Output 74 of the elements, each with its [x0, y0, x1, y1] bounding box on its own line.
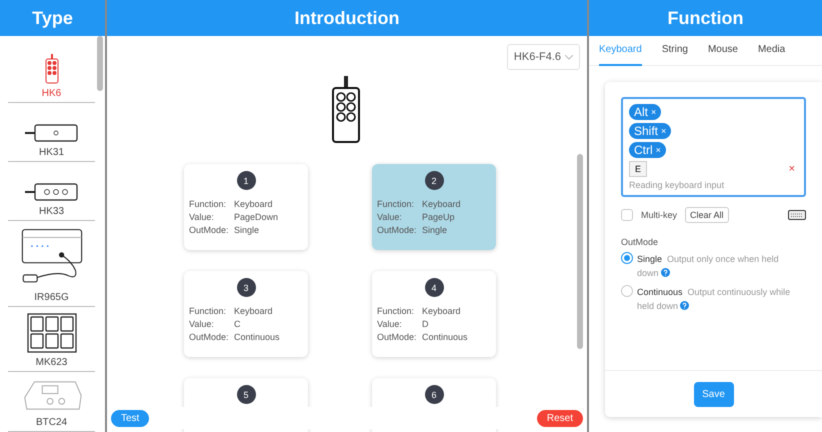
- remote-icon: [331, 76, 361, 144]
- field-value: Keyboard: [234, 306, 273, 316]
- field-label: OutMode:: [189, 332, 230, 342]
- button-number: 4: [424, 278, 444, 297]
- field-label: OutMode:: [377, 225, 418, 235]
- field-value: PageUp: [422, 212, 455, 222]
- panel-title: Type: [0, 0, 105, 36]
- field-value: Single: [422, 225, 448, 235]
- field-label: Value:: [377, 319, 403, 329]
- field-label: OutMode:: [377, 332, 418, 342]
- model-dropdown[interactable]: HK6-F4.6: [506, 44, 580, 70]
- keypad-drawing: [26, 312, 76, 353]
- option-text: Continuous Output continuously while held down: [637, 286, 792, 313]
- device-item[interactable]: HK6: [8, 36, 95, 103]
- modifier-tag[interactable]: Alt ×: [629, 104, 662, 120]
- device-icon: [24, 182, 78, 202]
- modifier-tag[interactable]: Shift ×: [629, 123, 672, 139]
- button-card[interactable]: 1 Function: Keyboard Value: PageDown OutMode: Single: [184, 164, 308, 250]
- field-label: OutMode:: [189, 225, 230, 235]
- remote-icon: [44, 54, 58, 84]
- field-value: D: [422, 319, 428, 329]
- field-value: Continuous: [234, 332, 280, 342]
- button-card[interactable]: 3 Function: Keyboard Value: C OutMode: Continuous: [184, 271, 308, 357]
- panel-title: Function: [589, 0, 822, 36]
- field-label: Value:: [189, 212, 215, 222]
- clear-icon[interactable]: ×: [788, 163, 795, 175]
- outmode-radio[interactable]: [621, 285, 633, 297]
- field-label: Function:: [377, 199, 416, 209]
- scrollbar[interactable]: [577, 154, 583, 349]
- scrollbar[interactable]: [97, 36, 103, 91]
- input-hint: Reading keyboard input: [629, 180, 726, 190]
- button-number: 3: [236, 278, 256, 297]
- key-chip: E: [629, 161, 648, 177]
- field-value: PageDown: [234, 212, 278, 222]
- button-card[interactable]: 4 Function: Keyboard Value: D OutMode: Continuous: [372, 271, 496, 357]
- function-tab[interactable]: Mouse: [708, 36, 738, 66]
- panel-title: Introduction: [107, 0, 587, 36]
- field-value: Keyboard: [422, 199, 461, 209]
- clear-all-button[interactable]: Clear All: [685, 207, 729, 223]
- device-item[interactable]: HK33: [8, 162, 95, 221]
- field-value: C: [234, 319, 240, 329]
- device-item[interactable]: MK623: [8, 306, 95, 372]
- option-text: Single Output only once when held down: [637, 253, 780, 280]
- device-item[interactable]: BTC24: [8, 372, 95, 432]
- device-item[interactable]: HK31: [8, 102, 95, 162]
- function-tab[interactable]: Media: [758, 36, 786, 66]
- field-value: Keyboard: [422, 306, 461, 316]
- modifier-tag[interactable]: Ctrl ×: [629, 142, 666, 158]
- field-value: Single: [234, 225, 260, 235]
- outmode-radio[interactable]: [621, 252, 633, 264]
- field-label: Function:: [189, 306, 228, 316]
- button-number: 2: [424, 171, 444, 190]
- field-value: Keyboard: [234, 199, 273, 209]
- field-value: Continuous: [422, 332, 468, 342]
- button-number: 5: [236, 385, 256, 404]
- field-label: Function:: [189, 199, 228, 209]
- device-item[interactable]: IR965G: [8, 220, 95, 307]
- chevron-down-icon: [565, 54, 573, 60]
- help-icon[interactable]: [660, 268, 670, 277]
- multi-key-checkbox[interactable]: [621, 209, 633, 221]
- function-tab[interactable]: String: [662, 36, 688, 66]
- button-number: 1: [236, 171, 256, 190]
- key-input-field[interactable]: Alt × Shift × Ctrl × E × Reading keyboard input: [621, 97, 806, 197]
- field-label: Value:: [189, 319, 215, 329]
- reset-button[interactable]: Reset: [536, 410, 583, 426]
- button-card[interactable]: 2 Function: Keyboard Value: PageUp OutMode: Single: [372, 164, 496, 250]
- button-number: 6: [424, 385, 444, 404]
- help-icon[interactable]: [680, 301, 690, 310]
- device-icon: [24, 122, 78, 143]
- section-title: OutMode: [621, 237, 660, 247]
- field-label: Function:: [377, 306, 416, 316]
- keyboard-icon[interactable]: [788, 210, 806, 220]
- field-label: Value:: [377, 212, 403, 222]
- checkbox-label: Multi-key: [641, 210, 678, 220]
